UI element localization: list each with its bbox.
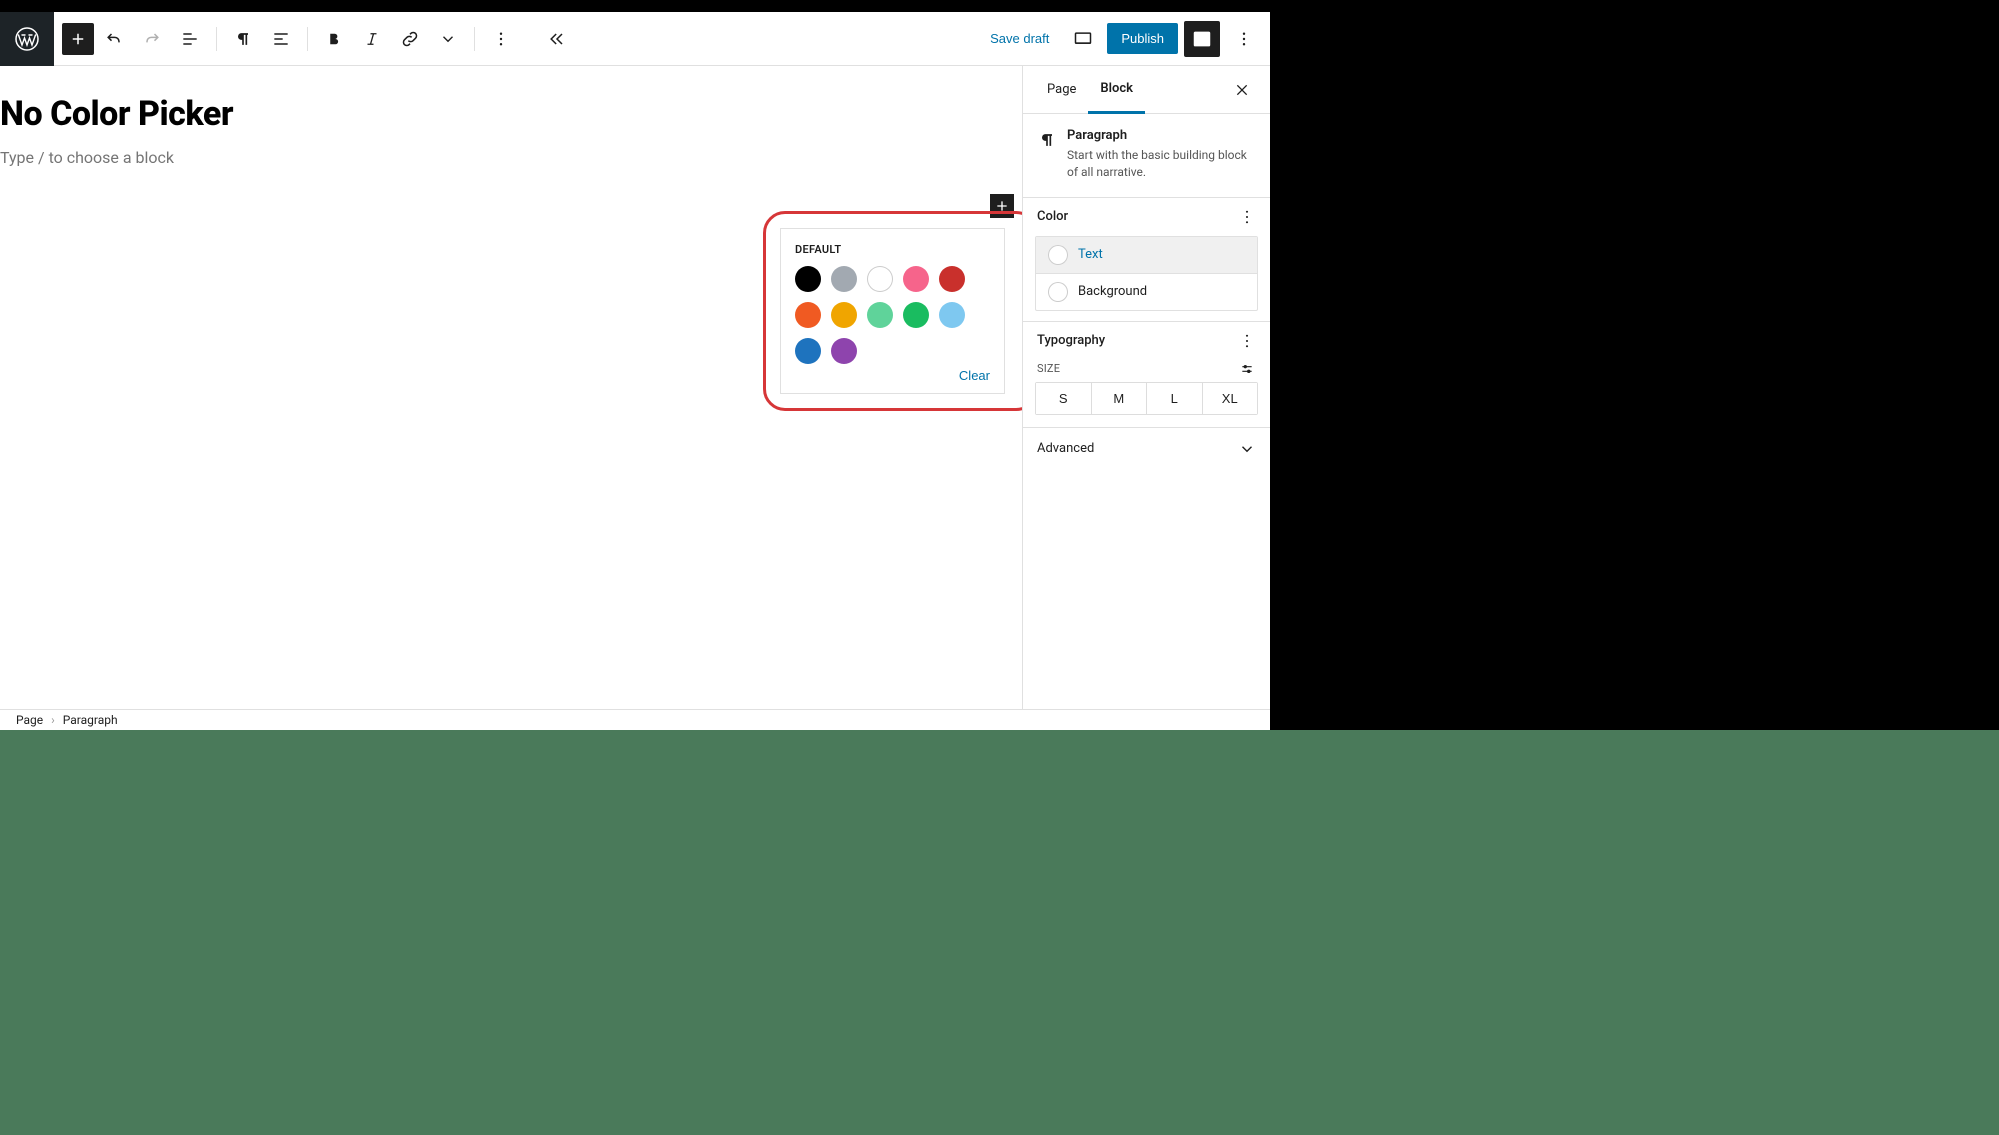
color-swatch[interactable]: [867, 266, 893, 292]
color-swatch[interactable]: [939, 302, 965, 328]
publish-button[interactable]: Publish: [1107, 23, 1178, 54]
block-desc-text: Start with the basic building block of a…: [1067, 147, 1256, 181]
color-swatch[interactable]: [795, 338, 821, 364]
editor-toolbar: Save draft Publish: [54, 12, 1270, 66]
add-block-button[interactable]: [62, 23, 94, 55]
more-formatting-button[interactable]: [430, 21, 466, 57]
advanced-label: Advanced: [1037, 441, 1094, 456]
color-section: Color Text Background: [1023, 197, 1270, 311]
wp-logo[interactable]: [0, 12, 54, 66]
save-draft-button[interactable]: Save draft: [980, 25, 1059, 52]
close-sidebar-button[interactable]: [1234, 78, 1258, 102]
color-heading: Color: [1037, 209, 1068, 224]
color-swatch[interactable]: [903, 266, 929, 292]
color-swatch[interactable]: [795, 266, 821, 292]
size-l-button[interactable]: L: [1146, 383, 1202, 414]
annotation-highlight: DEFAULT Clear: [763, 211, 1022, 411]
breadcrumb-root[interactable]: Page: [16, 713, 43, 727]
redo-button[interactable]: [134, 21, 170, 57]
tab-block[interactable]: Block: [1088, 66, 1145, 114]
color-picker-popover: DEFAULT Clear: [780, 228, 1005, 394]
align-button[interactable]: [263, 21, 299, 57]
settings-sidebar: Page Block Paragraph Start with the basi…: [1022, 66, 1270, 709]
text-color-label: Text: [1078, 247, 1103, 262]
undo-button[interactable]: [96, 21, 132, 57]
size-s-button[interactable]: S: [1036, 383, 1091, 414]
collapse-toolbar-button[interactable]: [539, 21, 575, 57]
bold-button[interactable]: [316, 21, 352, 57]
color-swatch[interactable]: [831, 338, 857, 364]
background-color-button[interactable]: Background: [1036, 273, 1257, 310]
italic-button[interactable]: [354, 21, 390, 57]
typography-options-icon[interactable]: [1238, 332, 1256, 350]
background-color-label: Background: [1078, 284, 1147, 299]
sidebar-tabs: Page Block: [1023, 66, 1270, 114]
document-overview-button[interactable]: [172, 21, 208, 57]
color-swatch-grid: [795, 266, 990, 364]
color-swatch[interactable]: [831, 302, 857, 328]
palette-label: DEFAULT: [795, 243, 990, 256]
more-menu-button[interactable]: [1226, 21, 1262, 57]
color-swatch[interactable]: [903, 302, 929, 328]
block-name: Paragraph: [1067, 128, 1256, 143]
paragraph-block-icon[interactable]: [225, 21, 261, 57]
size-label: SIZE: [1037, 362, 1060, 375]
link-button[interactable]: [392, 21, 428, 57]
chevron-right-icon: ›: [51, 713, 55, 727]
size-xl-button[interactable]: XL: [1202, 383, 1258, 414]
typography-section: Typography SIZE S M L XL: [1023, 321, 1270, 415]
color-swatch[interactable]: [795, 302, 821, 328]
size-m-button[interactable]: M: [1091, 383, 1147, 414]
page-title[interactable]: No Color Picker: [0, 66, 1022, 146]
color-swatch[interactable]: [939, 266, 965, 292]
block-placeholder[interactable]: Type / to choose a block: [0, 146, 1022, 169]
preview-button[interactable]: [1065, 21, 1101, 57]
editor-canvas[interactable]: No Color Picker Type / to choose a block…: [0, 66, 1022, 709]
text-color-button[interactable]: Text: [1036, 237, 1257, 273]
breadcrumb-leaf[interactable]: Paragraph: [63, 713, 118, 727]
size-settings-icon[interactable]: [1238, 362, 1256, 376]
typography-heading: Typography: [1037, 333, 1105, 348]
breadcrumb: Page › Paragraph: [0, 709, 1270, 730]
color-preview-icon: [1048, 282, 1068, 302]
color-swatch[interactable]: [867, 302, 893, 328]
options-button[interactable]: [483, 21, 519, 57]
advanced-section-toggle[interactable]: Advanced: [1023, 427, 1270, 470]
tab-page[interactable]: Page: [1035, 66, 1088, 114]
color-preview-icon: [1048, 245, 1068, 265]
block-description: Paragraph Start with the basic building …: [1023, 114, 1270, 197]
clear-color-button[interactable]: Clear: [959, 368, 990, 383]
font-size-buttons: S M L XL: [1035, 382, 1258, 415]
color-swatch[interactable]: [831, 266, 857, 292]
settings-toggle[interactable]: [1184, 21, 1220, 57]
color-options-icon[interactable]: [1238, 208, 1256, 226]
